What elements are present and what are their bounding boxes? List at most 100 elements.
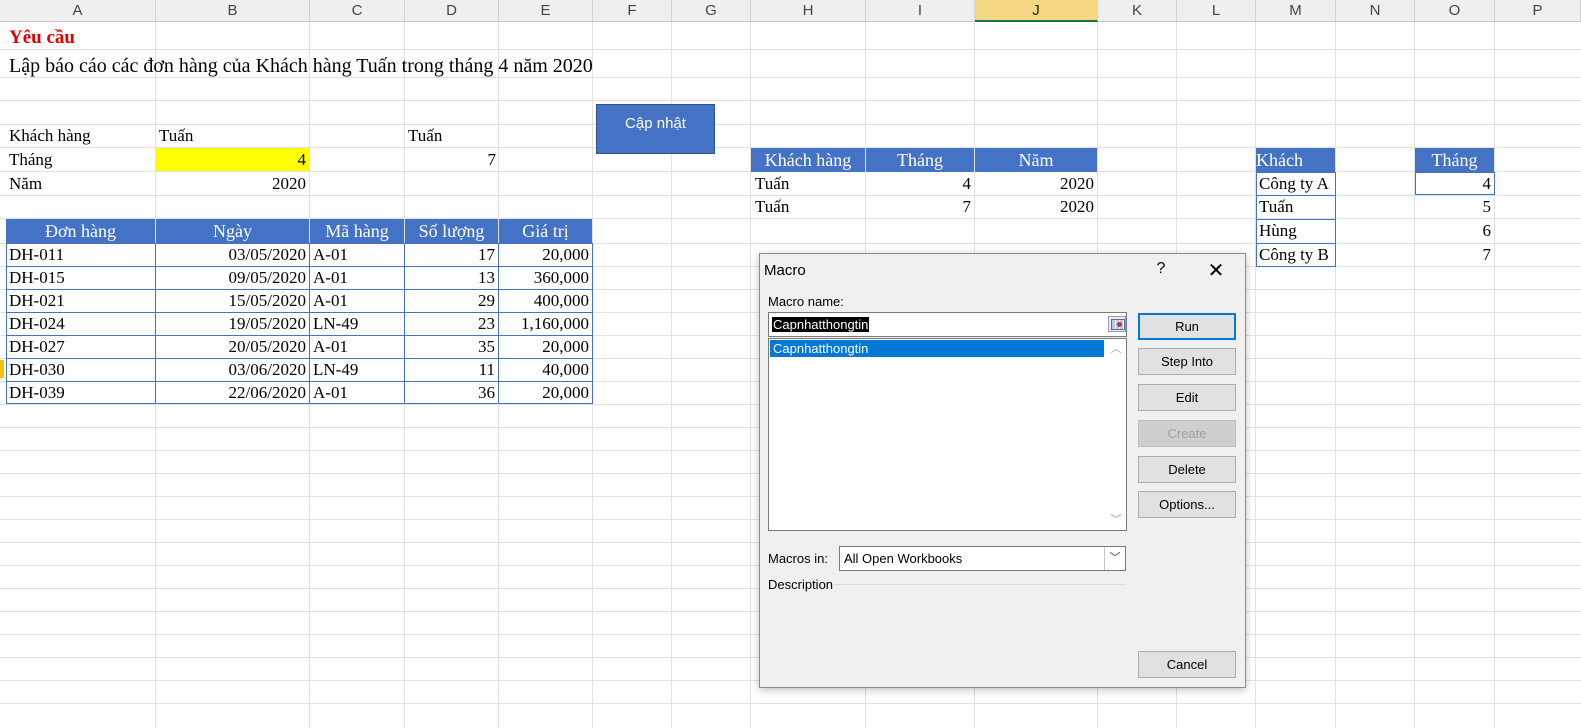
month-value[interactable]: 4 xyxy=(156,149,309,171)
table-cell[interactable]: A-01 xyxy=(310,290,348,312)
table-cell[interactable]: 20,000 xyxy=(499,336,592,358)
create-button[interactable]: Create xyxy=(1138,420,1236,447)
table-cell[interactable]: 20,000 xyxy=(499,382,592,404)
table-cell[interactable]: 29 xyxy=(405,290,498,312)
table-cell[interactable]: 23 xyxy=(405,313,498,335)
table-cell[interactable]: 17 xyxy=(405,244,498,266)
collapse-dialog-icon[interactable] xyxy=(1108,316,1126,332)
macros-in-label: Macros in: xyxy=(768,551,828,566)
macro-list[interactable]: Capnhatthongtin ︿ ﹀ xyxy=(768,338,1127,531)
delete-button[interactable]: Delete xyxy=(1138,456,1236,483)
orders-header-order: Đơn hàng xyxy=(6,219,155,243)
cancel-button[interactable]: Cancel xyxy=(1138,651,1236,678)
month-list-item[interactable]: 6 xyxy=(1415,220,1494,242)
month-list-header: Tháng xyxy=(1415,148,1494,172)
column-header-n[interactable]: N xyxy=(1336,0,1415,22)
table-cell[interactable]: DH-024 xyxy=(6,313,65,335)
customer-label[interactable]: Khách hàng xyxy=(6,125,91,147)
step-into-button[interactable]: Step Into xyxy=(1138,348,1236,375)
month-label[interactable]: Tháng xyxy=(6,149,52,171)
customer-list-item[interactable]: Hùng xyxy=(1256,220,1297,242)
month-list-item[interactable]: 4 xyxy=(1415,173,1494,195)
table-cell[interactable]: A-01 xyxy=(310,267,348,289)
column-header-h[interactable]: H xyxy=(751,0,866,22)
table-cell[interactable]: 03/05/2020 xyxy=(156,244,309,266)
macro-dialog[interactable]: Macro ? ✕ Macro name: Capnhatthongtin Ca… xyxy=(759,253,1246,688)
table-cell[interactable]: 36 xyxy=(405,382,498,404)
table-cell[interactable]: A-01 xyxy=(310,244,348,266)
update-button[interactable]: Cập nhật xyxy=(596,104,715,154)
table-cell[interactable]: 20,000 xyxy=(499,244,592,266)
column-header-o[interactable]: O xyxy=(1415,0,1495,22)
table-cell[interactable]: LN-49 xyxy=(310,313,358,335)
table-cell[interactable]: 20/05/2020 xyxy=(156,336,309,358)
customer-value[interactable]: Tuấn xyxy=(156,125,193,147)
column-header-e[interactable]: E xyxy=(499,0,593,22)
column-header-d[interactable]: D xyxy=(405,0,499,22)
month-list-item[interactable]: 7 xyxy=(1415,244,1494,266)
table-cell[interactable]: DH-030 xyxy=(6,359,65,381)
column-header-g[interactable]: G xyxy=(672,0,751,22)
column-header-l[interactable]: L xyxy=(1177,0,1256,22)
scroll-up-icon[interactable]: ︿ xyxy=(1109,342,1123,356)
year-value[interactable]: 2020 xyxy=(156,173,309,195)
orders-header-date: Ngày xyxy=(156,219,309,243)
table-cell[interactable]: 22/06/2020 xyxy=(156,382,309,404)
column-header-i[interactable]: I xyxy=(866,0,975,22)
table-cell[interactable]: A-01 xyxy=(310,336,348,358)
year-label[interactable]: Năm xyxy=(6,173,42,195)
table-cell[interactable]: DH-011 xyxy=(6,244,64,266)
table-cell[interactable]: 11 xyxy=(405,359,498,381)
edit-button[interactable]: Edit xyxy=(1138,384,1236,411)
chevron-down-icon[interactable]: ﹀ xyxy=(1104,547,1125,570)
column-header-k[interactable]: K xyxy=(1098,0,1177,22)
table-cell[interactable]: A-01 xyxy=(310,382,348,404)
column-header-f[interactable]: F xyxy=(593,0,672,22)
table-cell[interactable]: 1,160,000 xyxy=(499,313,592,335)
active-row-marker xyxy=(0,360,4,378)
table-cell[interactable]: 2020 xyxy=(975,173,1097,195)
table-cell[interactable]: Tuấn xyxy=(752,173,789,195)
customer-list-item[interactable]: Tuấn xyxy=(1256,196,1293,218)
help-button[interactable]: ? xyxy=(1151,260,1171,278)
column-header-m[interactable]: M xyxy=(1256,0,1336,22)
macro-name-input[interactable]: Capnhatthongtin xyxy=(768,312,1127,337)
run-button[interactable]: Run xyxy=(1138,313,1236,340)
macros-in-select[interactable]: All Open Workbooks ﹀ xyxy=(839,546,1126,571)
close-icon[interactable]: ✕ xyxy=(1204,258,1228,283)
column-header-a[interactable]: A xyxy=(0,0,156,22)
customer-list-item[interactable]: Công ty B xyxy=(1256,244,1329,266)
table-cell[interactable]: 40,000 xyxy=(499,359,592,381)
column-header-b[interactable]: B xyxy=(156,0,310,22)
table-cell[interactable]: 4 xyxy=(866,173,974,195)
table-cell[interactable]: 400,000 xyxy=(499,290,592,312)
month-value-d[interactable]: 7 xyxy=(405,149,499,171)
table-cell[interactable]: Tuấn xyxy=(752,196,789,218)
table-cell[interactable]: DH-039 xyxy=(6,382,65,404)
table-cell[interactable]: DH-027 xyxy=(6,336,65,358)
column-header-j[interactable]: J xyxy=(975,0,1098,22)
options-button[interactable]: Options... xyxy=(1138,491,1236,518)
table-cell[interactable]: LN-49 xyxy=(310,359,358,381)
table-cell[interactable]: 360,000 xyxy=(499,267,592,289)
description-label: Description xyxy=(768,577,834,592)
scroll-down-icon[interactable]: ﹀ xyxy=(1109,513,1123,527)
orders-header-value: Giá trị xyxy=(499,219,592,243)
table-cell[interactable]: 19/05/2020 xyxy=(156,313,309,335)
table-cell[interactable]: 15/05/2020 xyxy=(156,290,309,312)
table-cell[interactable]: 09/05/2020 xyxy=(156,267,309,289)
customer-list-item[interactable]: Công ty A xyxy=(1256,173,1329,195)
table-cell[interactable]: 13 xyxy=(405,267,498,289)
column-header-p[interactable]: P xyxy=(1495,0,1581,22)
table-cell[interactable]: DH-021 xyxy=(6,290,65,312)
macro-name-label: Macro name: xyxy=(768,294,844,309)
macro-list-item[interactable]: Capnhatthongtin xyxy=(770,340,1104,357)
month-list-item[interactable]: 5 xyxy=(1415,196,1494,218)
table-cell[interactable]: 03/06/2020 xyxy=(156,359,309,381)
table-cell[interactable]: DH-015 xyxy=(6,267,65,289)
customer-value-d[interactable]: Tuấn xyxy=(405,125,442,147)
column-header-c[interactable]: C xyxy=(310,0,405,22)
table-cell[interactable]: 2020 xyxy=(975,196,1097,218)
table-cell[interactable]: 35 xyxy=(405,336,498,358)
table-cell[interactable]: 7 xyxy=(866,196,974,218)
